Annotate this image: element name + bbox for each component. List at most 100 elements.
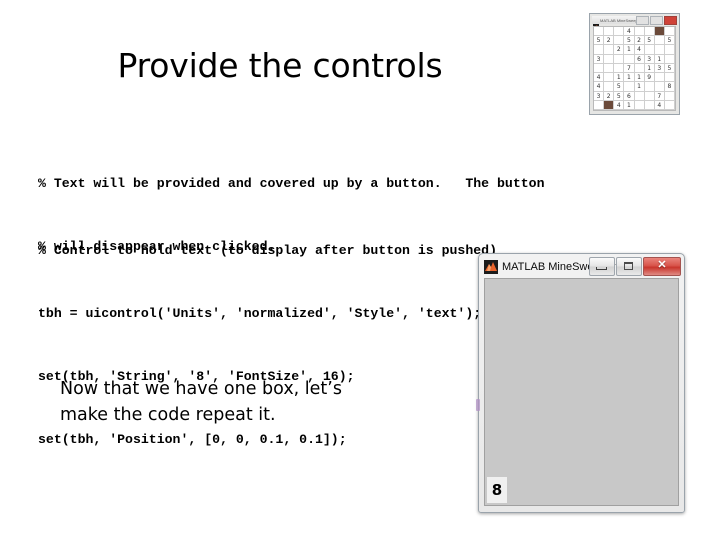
grid-cell[interactable] — [594, 27, 605, 37]
grid-cell[interactable]: 2 — [614, 45, 625, 55]
page-title: Provide the controls — [117, 46, 443, 85]
minesweeper-grid[interactable]: 45252552143631713541119451832567414 — [593, 26, 676, 111]
grid-cell[interactable]: 5 — [664, 36, 675, 46]
grid-cell[interactable]: 3 — [594, 91, 605, 101]
grid-cell[interactable] — [654, 45, 665, 55]
code-main-block: % Control to hold text (to display after… — [38, 198, 497, 471]
thumbnail-titlebar: MATLAB MineSweeper — [592, 16, 677, 30]
grid-cell[interactable] — [604, 27, 615, 37]
grid-cell[interactable]: 3 — [654, 63, 665, 74]
grid-cell[interactable] — [644, 45, 655, 55]
maximize-button[interactable] — [616, 257, 642, 276]
grid-cell[interactable]: 1 — [634, 73, 645, 83]
grid-cell[interactable]: 4 — [634, 45, 645, 55]
grid-cell[interactable]: 3 — [644, 54, 655, 64]
grid-cell[interactable]: 1 — [614, 73, 625, 83]
grid-cell[interactable] — [634, 100, 645, 110]
grid-cell[interactable]: 8 — [664, 82, 675, 92]
grid-cell[interactable]: 2 — [634, 36, 645, 46]
grid-cell[interactable]: 2 — [604, 91, 615, 101]
minimize-icon — [596, 267, 607, 270]
grid-cell[interactable] — [654, 82, 665, 92]
grid-cell[interactable]: 5 — [624, 36, 635, 46]
grid-cell[interactable] — [664, 54, 675, 64]
grid-cell[interactable]: 4 — [594, 73, 605, 83]
close-icon: ✕ — [657, 259, 667, 271]
thumbnail-window-controls — [635, 16, 677, 25]
code-line: % Control to hold text (to display after… — [38, 243, 497, 258]
grid-cell[interactable] — [624, 54, 635, 64]
grid-cell[interactable] — [664, 73, 675, 83]
grid-cell[interactable]: 1 — [654, 54, 665, 64]
grid-cell[interactable]: 4 — [614, 100, 625, 110]
grid-cell[interactable] — [604, 73, 615, 83]
grid-cell[interactable]: 5 — [614, 82, 625, 92]
grid-cell[interactable] — [594, 100, 605, 110]
grid-cell[interactable] — [644, 100, 655, 110]
grid-cell[interactable] — [614, 63, 625, 74]
grid-cell[interactable] — [604, 45, 615, 55]
grid-cell[interactable] — [664, 100, 675, 110]
grid-cell[interactable]: 1 — [644, 63, 655, 74]
grid-cell[interactable]: 4 — [654, 100, 665, 110]
matlab-membrane-icon — [593, 17, 599, 30]
close-button[interactable] — [664, 16, 677, 25]
grid-cell[interactable] — [594, 45, 605, 55]
grid-cell[interactable]: 7 — [654, 91, 665, 101]
grid-cell[interactable] — [654, 36, 665, 46]
grid-cell[interactable] — [664, 27, 675, 37]
close-button[interactable]: ✕ — [643, 257, 681, 276]
code-line: % Text will be provided and covered up b… — [38, 176, 545, 191]
caption-text: Now that we have one box, let’s make the… — [60, 376, 390, 428]
grid-cell[interactable]: 3 — [594, 54, 605, 64]
minimize-button[interactable] — [636, 16, 649, 25]
text-control-8: 8 — [487, 477, 507, 503]
grid-cell[interactable]: 5 — [664, 63, 675, 74]
grid-cell[interactable] — [604, 100, 615, 110]
grid-cell[interactable] — [594, 63, 605, 74]
window-controls: ✕ — [588, 257, 681, 276]
grid-cell[interactable]: 5 — [644, 36, 655, 46]
grid-cell[interactable]: 1 — [634, 82, 645, 92]
maximize-icon — [624, 262, 633, 270]
maximize-button[interactable] — [650, 16, 663, 25]
grid-cell[interactable] — [614, 36, 625, 46]
grid-cell[interactable]: 9 — [644, 73, 655, 83]
grid-cell[interactable] — [644, 91, 655, 101]
grid-cell[interactable] — [664, 45, 675, 55]
grid-cell[interactable]: 7 — [624, 63, 635, 74]
grid-cell[interactable] — [654, 73, 665, 83]
grid-cell[interactable]: 1 — [624, 45, 635, 55]
window-edge-artifact — [476, 399, 480, 411]
grid-cell[interactable]: 1 — [624, 100, 635, 110]
grid-cell[interactable] — [604, 82, 615, 92]
caption-line: make the code repeat it. — [60, 405, 276, 425]
grid-cell[interactable]: 6 — [634, 54, 645, 64]
grid-cell[interactable] — [614, 27, 625, 37]
grid-cell[interactable]: 4 — [594, 82, 605, 92]
minesweeper-thumbnail-screenshot: MATLAB MineSweeper 452525521436317135411… — [589, 13, 680, 115]
code-line: tbh = uicontrol('Units', 'normalized', '… — [38, 306, 482, 321]
window-titlebar[interactable]: MATLAB MineSweeper ✕ — [482, 257, 681, 276]
grid-cell[interactable]: 4 — [624, 27, 635, 37]
grid-cell[interactable] — [604, 54, 615, 64]
minesweeper-window-screenshot: MATLAB MineSweeper ✕ 8 — [476, 253, 685, 513]
grid-cell[interactable]: 6 — [624, 91, 635, 101]
grid-cell[interactable] — [664, 91, 675, 101]
grid-cell[interactable] — [644, 27, 655, 37]
grid-cell[interactable] — [614, 54, 625, 64]
grid-cell[interactable]: 2 — [604, 36, 615, 46]
matlab-membrane-icon — [484, 259, 498, 274]
grid-cell[interactable] — [644, 82, 655, 92]
minesweeper-canvas[interactable]: 8 — [484, 278, 679, 506]
grid-cell[interactable]: 5 — [594, 36, 605, 46]
grid-cell[interactable] — [624, 82, 635, 92]
grid-cell[interactable]: 5 — [614, 91, 625, 101]
grid-cell[interactable]: 1 — [624, 73, 635, 83]
grid-cell[interactable] — [634, 63, 645, 74]
grid-cell[interactable] — [634, 27, 645, 37]
grid-cell[interactable] — [634, 91, 645, 101]
minimize-button[interactable] — [589, 257, 615, 276]
grid-cell[interactable] — [604, 63, 615, 74]
grid-cell[interactable] — [654, 27, 665, 37]
